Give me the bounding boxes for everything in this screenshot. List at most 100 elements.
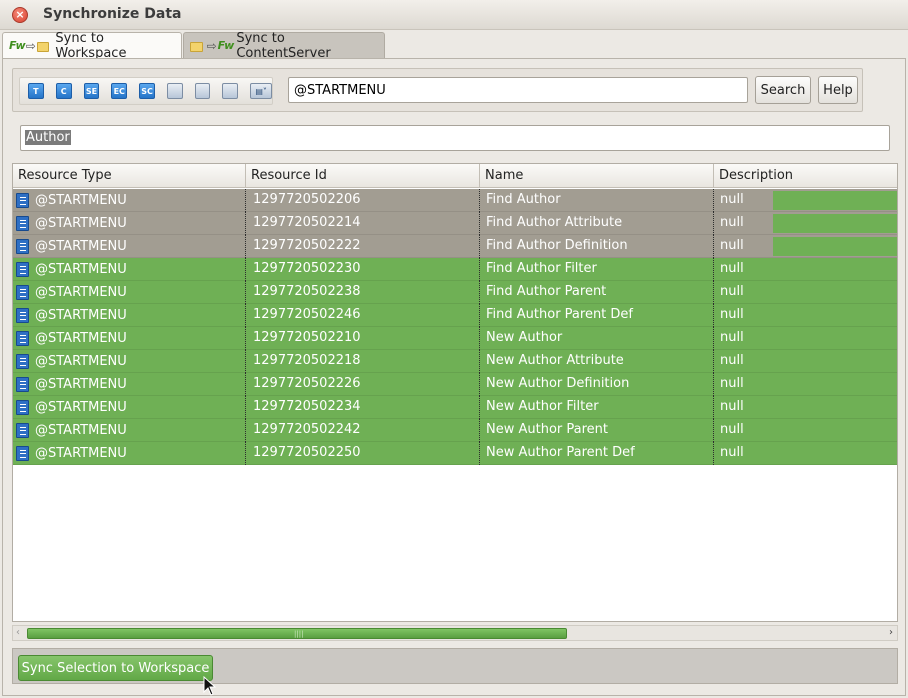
cell-resource-id: 1297720502222 <box>246 235 480 258</box>
fw-logo-icon: Fw <box>9 39 26 52</box>
cell-resource-id: 1297720502230 <box>246 258 480 281</box>
window-title: Synchronize Data <box>43 6 182 22</box>
table-row[interactable]: @STARTMENU 1297720502250 New Author Parent… <box>13 442 897 465</box>
cell-description: null <box>720 238 744 253</box>
resource-type-toolbar: T C SE EC SC ▤˅ <box>19 77 273 105</box>
cs-element-icon[interactable]: C <box>55 83 72 99</box>
cell-resource-type: @STARTMENU <box>13 258 246 281</box>
cell-resource-type: @STARTMENU <box>13 442 246 465</box>
cell-description: null <box>720 445 744 460</box>
cell-description: null <box>720 330 744 345</box>
resource-type-text: @STARTMENU <box>35 261 127 277</box>
start-menu-icon <box>16 216 29 231</box>
table-header: Resource Type Resource Id Name Descripti… <box>13 164 897 188</box>
tab-sync-to-contentserver[interactable]: ⇨ Fw Sync to ContentServer <box>183 31 385 61</box>
users-icon[interactable] <box>194 83 211 99</box>
cell-name: New Author Parent Def <box>480 442 714 465</box>
table-row[interactable]: @STARTMENU 1297720502238 Find Author Paren… <box>13 281 897 304</box>
resource-type-text: @STARTMENU <box>35 422 127 438</box>
start-menu-icon <box>16 331 29 346</box>
filter-input[interactable]: Author <box>20 125 890 151</box>
cell-description: null <box>720 307 744 322</box>
cell-description: null <box>720 284 744 299</box>
cell-resource-id: 1297720502226 <box>246 373 480 396</box>
start-menu-icon <box>16 400 29 415</box>
cell-resource-id: 1297720502214 <box>246 212 480 235</box>
search-button[interactable]: Search <box>755 76 811 104</box>
start-menu-icon <box>16 423 29 438</box>
cell-resource-id: 1297720502210 <box>246 327 480 350</box>
cell-name: Find Author Definition <box>480 235 714 258</box>
cell-name: Find Author <box>480 189 714 212</box>
cell-resource-type: @STARTMENU <box>13 212 246 235</box>
cell-description: null <box>720 422 744 437</box>
cell-resource-id: 1297720502242 <box>246 419 480 442</box>
action-bar: Sync Selection to Workspace <box>12 648 898 684</box>
cell-resource-type: @STARTMENU <box>13 396 246 419</box>
horizontal-scrollbar[interactable]: ‹ |||| › <box>12 625 898 641</box>
cell-name: New Author Attribute <box>480 350 714 373</box>
cell-resource-type: @STARTMENU <box>13 419 246 442</box>
cell-resource-type: @STARTMENU <box>13 327 246 350</box>
cell-name: Find Author Filter <box>480 258 714 281</box>
table-row[interactable]: @STARTMENU 1297720502246 Find Author Paren… <box>13 304 897 327</box>
start-menu-icon[interactable] <box>222 83 239 99</box>
start-menu-icon <box>16 285 29 300</box>
tab-label: Sync to Workspace <box>55 30 127 61</box>
cell-description: null <box>720 376 744 391</box>
table-row[interactable]: @STARTMENU 1297720502230 Find Author Filte… <box>13 258 897 281</box>
column-header-resource-id[interactable]: Resource Id <box>246 164 480 188</box>
table-row[interactable]: @STARTMENU 1297720502210 New Author null <box>13 327 897 350</box>
resource-type-text: @STARTMENU <box>35 353 127 369</box>
cell-name: Find Author Parent Def <box>480 304 714 327</box>
tab-content-panel: TC SE EC SC ▤˅ Search Help Author Resource T… <box>2 58 906 696</box>
refresh-icon[interactable] <box>166 83 183 99</box>
tab-sync-to-workspace[interactable]: Fw ⇨ Sync to Workspace <box>2 30 182 61</box>
help-button[interactable]: Help <box>818 76 858 104</box>
table-row[interactable]: @STARTMENU 1297720502226 New Author Defini… <box>13 373 897 396</box>
cell-description: null <box>720 261 744 276</box>
mouse-cursor-icon <box>203 676 217 696</box>
table-row[interactable]: @STARTMENU 1297720502234 New Author Filter… <box>13 396 897 419</box>
cell-resource-id: 1297720502206 <box>246 189 480 212</box>
site-catalog-icon[interactable]: SC <box>139 83 155 99</box>
start-menu-icon <box>16 239 29 254</box>
site-entry-icon[interactable]: SE <box>83 83 100 99</box>
start-menu-icon <box>16 354 29 369</box>
sync-selection-button[interactable]: Sync Selection to Workspace <box>18 655 213 681</box>
column-header-resource-type[interactable]: Resource Type <box>13 164 246 188</box>
cell-resource-id: 1297720502218 <box>246 350 480 373</box>
cell-description: null <box>720 353 744 368</box>
scroll-right-icon[interactable]: › <box>889 626 893 640</box>
scroll-left-icon[interactable]: ‹ <box>16 626 20 640</box>
table-row[interactable]: @STARTMENU 1297720502214 Find Author Attri… <box>13 212 897 235</box>
cell-resource-type: @STARTMENU <box>13 350 246 373</box>
column-header-name[interactable]: Name <box>480 164 714 188</box>
cell-resource-id: 1297720502238 <box>246 281 480 304</box>
start-menu-icon <box>16 193 29 208</box>
more-dropdown-icon[interactable]: ▤˅ <box>250 83 272 99</box>
cell-resource-id: 1297720502234 <box>246 396 480 419</box>
resource-type-text: @STARTMENU <box>35 284 127 300</box>
element-catalog-icon[interactable]: EC <box>111 83 128 99</box>
cell-resource-type: @STARTMENU <box>13 189 246 212</box>
arrow-right-icon: ⇨ <box>206 38 217 53</box>
table-row[interactable]: @STARTMENU 1297720502242 New Author Parent… <box>13 419 897 442</box>
title-bar: × Synchronize Data <box>0 0 908 30</box>
table-row[interactable]: @STARTMENU 1297720502222 Find Author Defin… <box>13 235 897 258</box>
resource-type-text: @STARTMENU <box>35 330 127 346</box>
cell-resource-type: @STARTMENU <box>13 373 246 396</box>
resource-type-text: @STARTMENU <box>35 399 127 415</box>
column-header-description[interactable]: Description <box>714 164 897 188</box>
table-row[interactable]: @STARTMENU 1297720502218 New Author Attrib… <box>13 350 897 373</box>
search-input[interactable] <box>288 77 748 103</box>
table-row[interactable]: @STARTMENU 1297720502206 Find Author null <box>13 189 897 212</box>
cell-name: Find Author Parent <box>480 281 714 304</box>
scrollbar-thumb[interactable]: |||| <box>27 628 567 639</box>
start-menu-icon <box>16 262 29 277</box>
resource-type-text: @STARTMENU <box>35 215 127 231</box>
close-icon[interactable]: × <box>12 7 28 23</box>
template-icon[interactable]: T <box>28 83 44 99</box>
tab-bar: Fw ⇨ Sync to Workspace ⇨ Fw Sync to Cont… <box>0 30 908 61</box>
cell-name: New Author Definition <box>480 373 714 396</box>
